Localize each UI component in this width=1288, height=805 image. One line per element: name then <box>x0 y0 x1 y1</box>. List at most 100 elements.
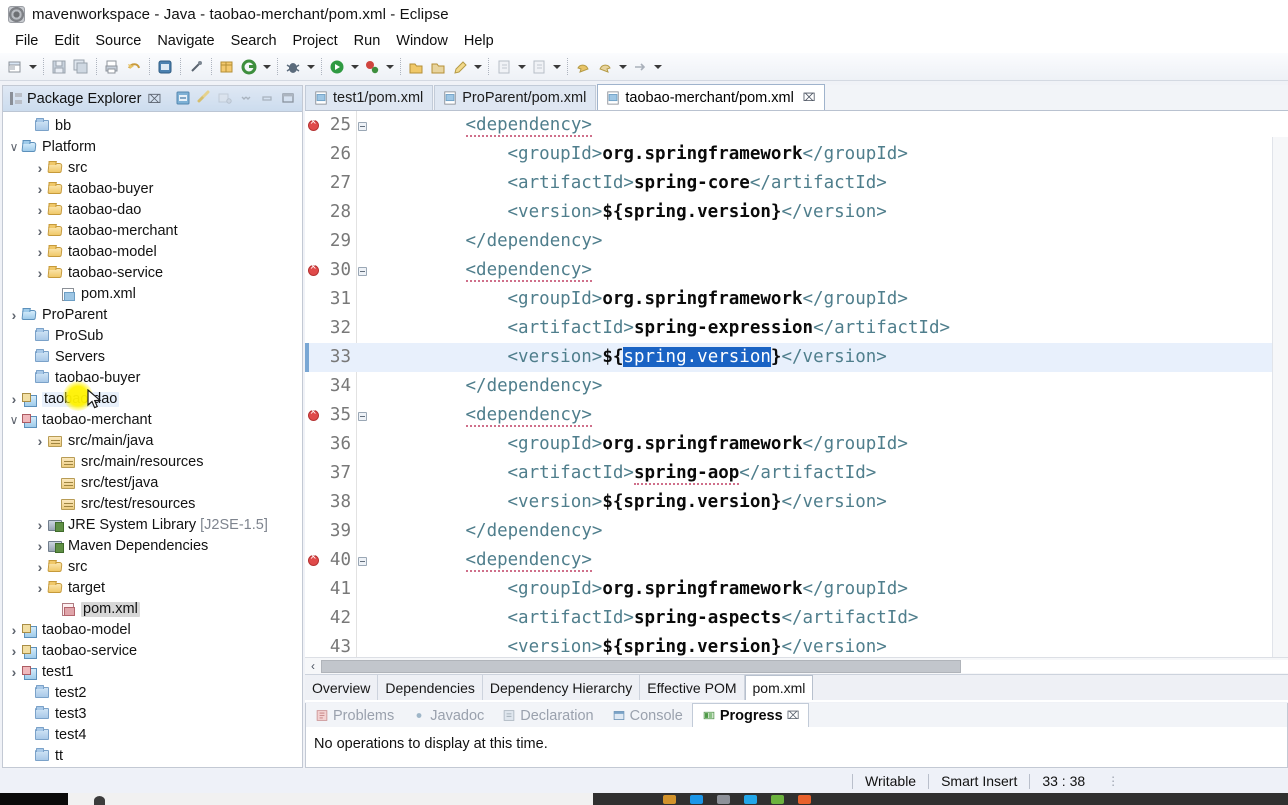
chevron-right-icon[interactable] <box>7 623 21 638</box>
code-line-38[interactable]: 38 <version>${spring.version}</version> <box>305 488 1272 517</box>
tree-item-taobao-service[interactable]: taobao-service <box>3 263 302 284</box>
package-explorer-header[interactable]: Package Explorer ⌧ <box>3 86 302 112</box>
code-line-30[interactable]: 30 <dependency> <box>305 256 1272 285</box>
tree-item-taobao-merchant[interactable]: taobao-merchant <box>3 410 302 431</box>
menu-item-navigate[interactable]: Navigate <box>149 32 222 50</box>
search-dropdown-arrow[interactable] <box>472 57 483 77</box>
code-line-40[interactable]: 40 <dependency> <box>305 546 1272 575</box>
tree-item-tt[interactable]: tt <box>3 746 302 767</box>
maximize-icon[interactable] <box>280 90 296 106</box>
tree-item-maven dependencies[interactable]: Maven Dependencies <box>3 536 302 557</box>
run-icon[interactable] <box>327 57 347 77</box>
previous-annotation-dropdown-arrow[interactable] <box>551 57 562 77</box>
pom-page-tab-effective-pom[interactable]: Effective POM <box>640 675 745 700</box>
code-line-29[interactable]: 29 </dependency> <box>305 227 1272 256</box>
chevron-right-icon[interactable] <box>7 644 21 659</box>
run-dropdown-arrow[interactable] <box>349 57 360 77</box>
taskbar-app-icon[interactable] <box>663 794 676 804</box>
fold-collapse-icon[interactable] <box>358 122 367 131</box>
taskbar-app-icon[interactable] <box>771 794 784 804</box>
code-line-27[interactable]: 27 <artifactId>spring-core</artifactId> <box>305 169 1272 198</box>
menu-item-run[interactable]: Run <box>346 32 389 50</box>
open-resource-icon[interactable] <box>428 57 448 77</box>
tree-item-src-test-java[interactable]: src/test/java <box>3 473 302 494</box>
code-line-42[interactable]: 42 <artifactId>spring-aspects</artifactId… <box>305 604 1272 633</box>
editor-vertical-scrollbar[interactable] <box>1272 137 1288 674</box>
next-dropdown-arrow[interactable] <box>652 57 663 77</box>
scroll-left-icon[interactable]: ‹ <box>305 659 321 673</box>
chevron-right-icon[interactable] <box>33 518 47 533</box>
code-line-36[interactable]: 36 <groupId>org.springframework</groupId> <box>305 430 1272 459</box>
collapse-all-icon[interactable] <box>175 90 191 106</box>
code-line-32[interactable]: 32 <artifactId>spring-expression</artifac… <box>305 314 1272 343</box>
close-icon[interactable]: ⌧ <box>803 91 816 104</box>
forward-icon[interactable] <box>595 57 615 77</box>
restore-icon[interactable] <box>259 90 275 106</box>
chevron-right-icon[interactable] <box>33 224 47 239</box>
minimize-icon[interactable] <box>238 90 254 106</box>
tree-item-taobao-model[interactable]: taobao-model <box>3 242 302 263</box>
code-editor[interactable]: 25<dependency>26<groupId>org.springframe… <box>305 111 1288 674</box>
code-line-34[interactable]: 34 </dependency> <box>305 372 1272 401</box>
tree-item-jre system library[interactable]: JRE System Library [J2SE-1.5] <box>3 515 302 536</box>
taskbar-window-preview[interactable] <box>68 793 593 805</box>
code-line-25[interactable]: 25 <dependency> <box>305 111 1272 140</box>
project-tree[interactable]: bb Platform src taobao-buyer taobao-dao taoba… <box>3 112 302 767</box>
pom-page-tab-dependencies[interactable]: Dependencies <box>378 675 483 700</box>
chevron-right-icon[interactable] <box>7 308 21 323</box>
link-icon[interactable] <box>186 57 206 77</box>
run-external-dropdown-arrow[interactable] <box>384 57 395 77</box>
code-line-31[interactable]: 31 <groupId>org.springframework</groupId> <box>305 285 1272 314</box>
tree-item-test4[interactable]: test4 <box>3 725 302 746</box>
tree-item-bb[interactable]: bb <box>3 116 302 137</box>
taskbar-app-icon[interactable] <box>690 794 703 804</box>
tree-item-target[interactable]: target <box>3 578 302 599</box>
new-wizard-icon[interactable] <box>5 57 25 77</box>
tree-item-src[interactable]: src <box>3 158 302 179</box>
next-annotation-dropdown-arrow[interactable] <box>516 57 527 77</box>
save-icon[interactable] <box>49 57 69 77</box>
menu-item-source[interactable]: Source <box>87 32 149 50</box>
chevron-right-icon[interactable] <box>33 161 47 176</box>
back-icon[interactable] <box>573 57 593 77</box>
hscroll-track[interactable] <box>321 659 1288 673</box>
chevron-right-icon[interactable] <box>7 392 21 407</box>
new-dropdown-arrow[interactable] <box>27 57 38 77</box>
tree-item-prosub[interactable]: ProSub <box>3 326 302 347</box>
close-icon[interactable]: ⌧ <box>147 93 161 105</box>
tree-item-pom-xml[interactable]: pom.xml <box>3 284 302 305</box>
tree-item-taobao-dao[interactable]: taobao-dao <box>3 200 302 221</box>
taskbar-app-icon[interactable] <box>798 794 811 804</box>
chevron-right-icon[interactable] <box>33 266 47 281</box>
bottom-tab-javadoc[interactable]: Javadoc <box>403 704 493 727</box>
link-with-editor-icon[interactable] <box>196 90 212 106</box>
chevron-right-icon[interactable] <box>33 245 47 260</box>
bottom-tab-problems[interactable]: Problems <box>306 704 403 727</box>
debug-icon[interactable] <box>283 57 303 77</box>
undo-icon[interactable] <box>124 57 144 77</box>
tree-item-taobao-buyer[interactable]: taobao-buyer <box>3 179 302 200</box>
chevron-right-icon[interactable] <box>33 434 47 449</box>
view-menu-icon[interactable] <box>217 90 233 106</box>
hscroll-thumb[interactable] <box>321 659 961 673</box>
tree-item-test2[interactable]: test2 <box>3 683 302 704</box>
bottom-tab-progress[interactable]: Progress ⌧ <box>691 703 810 727</box>
pom-page-tab-overview[interactable]: Overview <box>305 675 379 700</box>
search-icon[interactable] <box>450 57 470 77</box>
code-line-35[interactable]: 35 <dependency> <box>305 401 1272 430</box>
chevron-right-icon[interactable] <box>33 539 47 554</box>
tree-item-taobao-merchant[interactable]: taobao-merchant <box>3 221 302 242</box>
pom-page-tab-pom-xml[interactable]: pom.xml <box>744 675 814 700</box>
editor-tab-proparent-pom-xml[interactable]: ProParent/pom.xml <box>434 85 597 110</box>
code-lines[interactable]: 25<dependency>26<groupId>org.springframe… <box>305 111 1272 674</box>
tree-item-src-test-resources[interactable]: src/test/resources <box>3 494 302 515</box>
fold-collapse-icon[interactable] <box>358 557 367 566</box>
menu-item-window[interactable]: Window <box>388 32 456 50</box>
tree-item-taobao-service[interactable]: taobao-service <box>3 641 302 662</box>
tree-item-src-main-resources[interactable]: src/main/resources <box>3 452 302 473</box>
chevron-right-icon[interactable] <box>33 182 47 197</box>
fold-collapse-icon[interactable] <box>358 412 367 421</box>
previous-annotation-icon[interactable] <box>529 57 549 77</box>
tree-item-src-main-java[interactable]: src/main/java <box>3 431 302 452</box>
code-line-26[interactable]: 26 <groupId>org.springframework</groupId> <box>305 140 1272 169</box>
